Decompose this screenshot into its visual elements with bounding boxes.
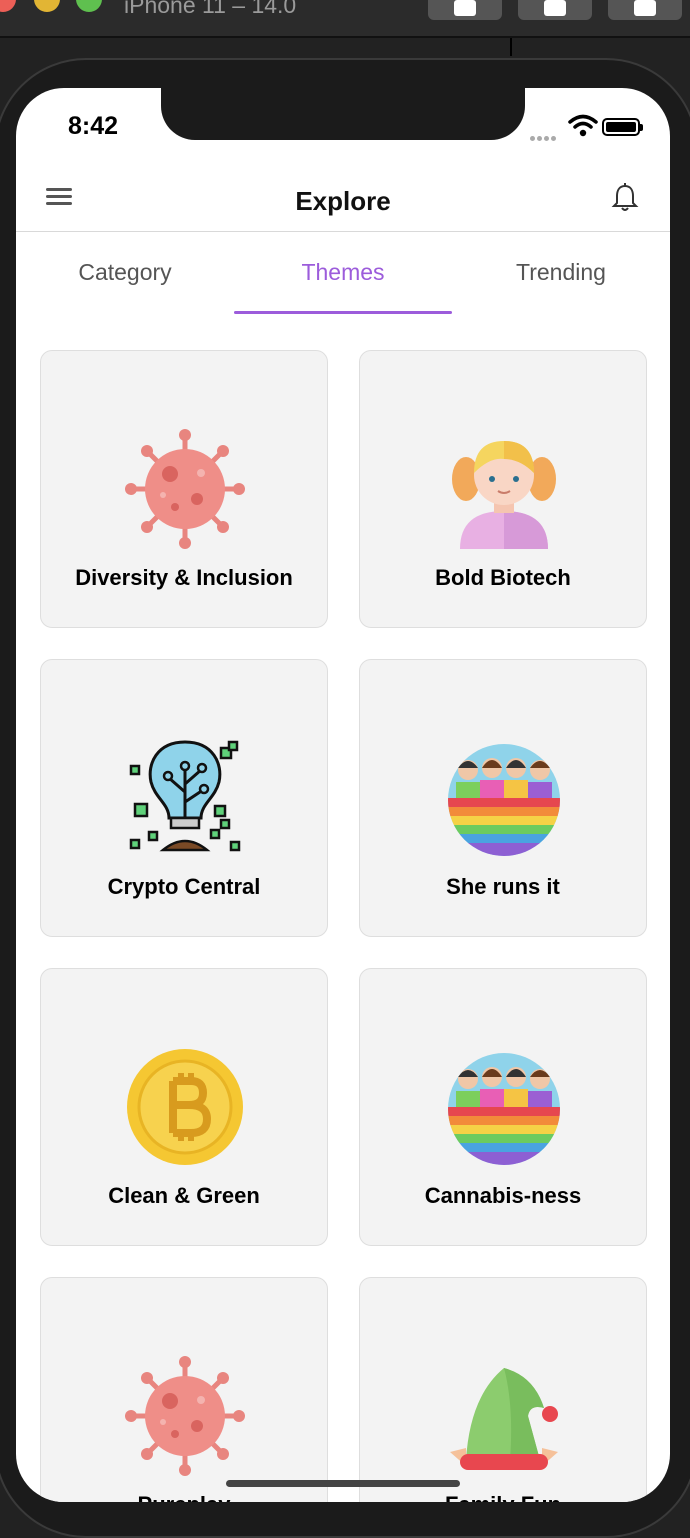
cellular-signal-icon xyxy=(530,128,562,141)
wifi-icon xyxy=(568,114,598,137)
rainbow-crowd-icon xyxy=(448,1053,560,1165)
theme-card-label: Diversity & Inclusion xyxy=(75,565,293,590)
camera-icon xyxy=(454,0,476,16)
bitcoin-coin-icon xyxy=(127,1049,243,1165)
tab-bar: Category Themes Trending xyxy=(16,233,670,315)
girl-avatar-icon xyxy=(452,441,556,549)
theme-card[interactable]: Pureplay xyxy=(40,1277,328,1502)
theme-card[interactable]: Cannabis-ness xyxy=(359,968,647,1246)
rotate-button[interactable] xyxy=(608,0,682,20)
theme-card-label: Crypto Central xyxy=(107,874,261,899)
virus-icon xyxy=(125,429,245,549)
app-header: Explore xyxy=(16,170,670,232)
theme-card-label: Bold Biotech xyxy=(435,565,571,590)
tab-category[interactable]: Category xyxy=(16,233,234,315)
rotate-icon xyxy=(634,0,656,16)
virus-icon xyxy=(125,1356,245,1476)
bulb-plant-icon xyxy=(129,740,241,852)
close-window-button[interactable] xyxy=(0,0,16,12)
home-button[interactable] xyxy=(518,0,592,20)
theme-card[interactable]: Diversity & Inclusion xyxy=(40,350,328,628)
active-tab-indicator xyxy=(234,311,452,314)
bell-icon[interactable] xyxy=(610,182,640,214)
theme-card-label: Clean & Green xyxy=(108,1183,260,1208)
app-screen: 8:42 Explore Category Themes Trending Di… xyxy=(16,88,670,1502)
simulator-title-bar: iPhone 11 – 14.0 xyxy=(0,0,690,36)
theme-card[interactable]: Clean & Green xyxy=(40,968,328,1246)
screenshot-button[interactable] xyxy=(428,0,502,20)
elf-hat-icon xyxy=(450,1368,558,1470)
theme-card[interactable]: She runs it xyxy=(359,659,647,937)
tab-themes[interactable]: Themes xyxy=(234,233,452,315)
theme-card[interactable]: Family Fun xyxy=(359,1277,647,1502)
theme-card-label: Pureplay xyxy=(41,1492,327,1502)
home-indicator[interactable] xyxy=(226,1480,460,1487)
theme-card-label: Cannabis-ness xyxy=(424,1183,582,1208)
zoom-window-button[interactable] xyxy=(76,0,102,12)
theme-card[interactable]: Crypto Central xyxy=(40,659,328,937)
page-title: Explore xyxy=(295,186,391,216)
theme-card-label: Family Fun xyxy=(360,1492,646,1502)
minimize-window-button[interactable] xyxy=(34,0,60,12)
tab-trending[interactable]: Trending xyxy=(452,233,670,315)
theme-card-label: She runs it xyxy=(446,874,560,899)
rainbow-crowd-icon xyxy=(448,744,560,856)
status-icons xyxy=(530,114,650,141)
simulator-divider-mark xyxy=(510,38,512,56)
simulator-title: iPhone 11 – 14.0 xyxy=(124,0,297,18)
home-icon xyxy=(544,0,566,16)
status-time: 8:42 xyxy=(68,112,119,140)
phone-notch xyxy=(161,88,525,140)
theme-card[interactable]: Bold Biotech xyxy=(359,350,647,628)
battery-icon xyxy=(602,118,643,136)
simulator-divider xyxy=(0,36,690,38)
